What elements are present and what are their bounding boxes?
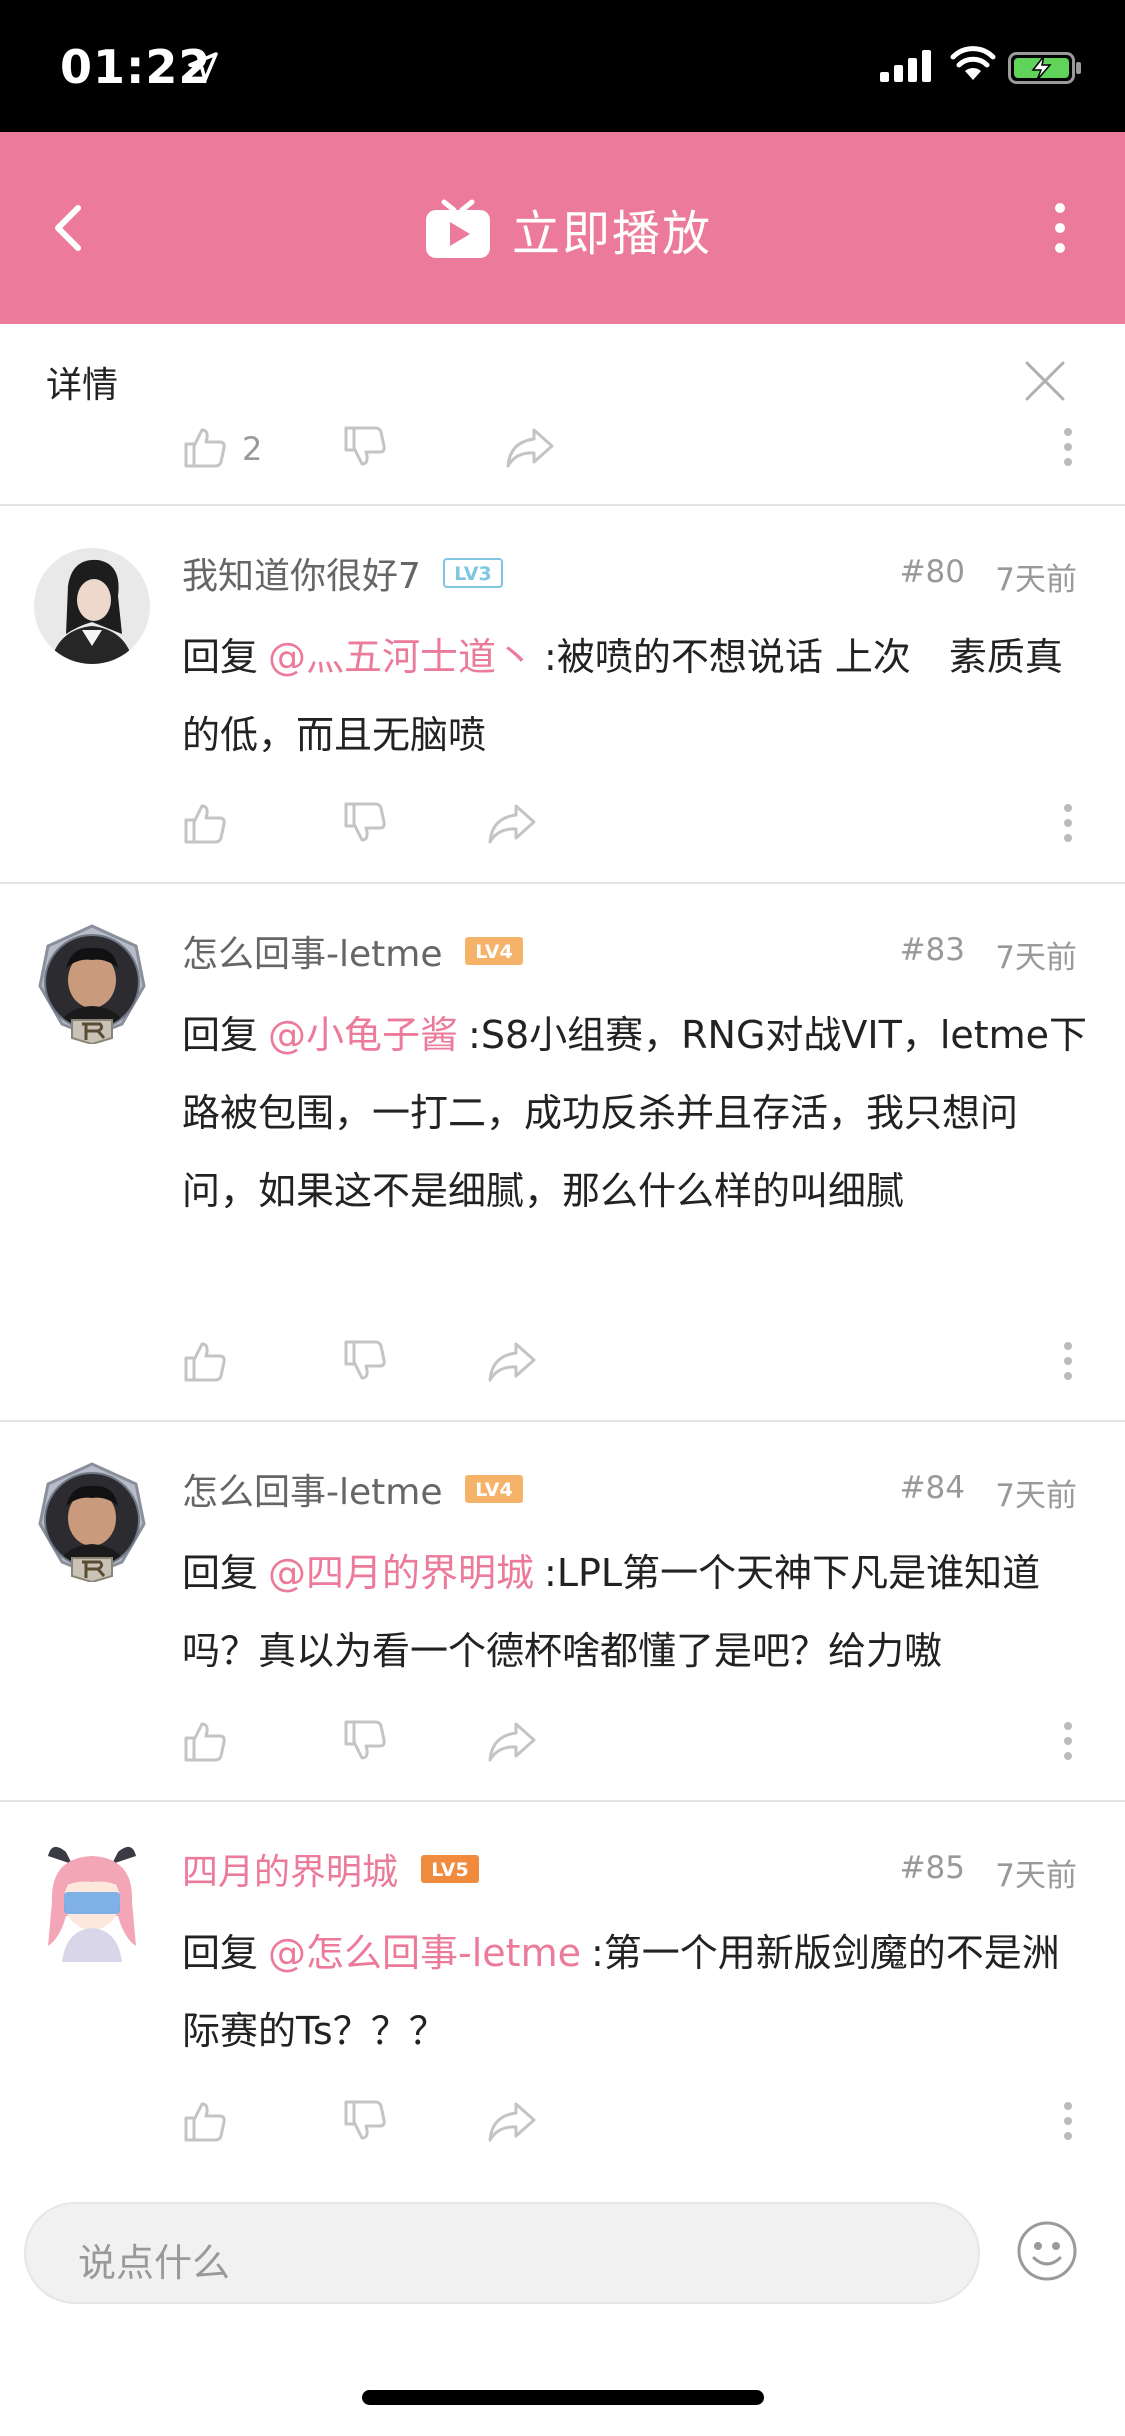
- level-badge: LV5: [421, 1855, 480, 1883]
- svg-text:LV3: LV3: [454, 563, 491, 585]
- username[interactable]: 我知道你很好7: [182, 547, 421, 599]
- emoji-icon[interactable]: [1016, 2220, 1078, 2282]
- dislike-icon[interactable]: [342, 1338, 388, 1384]
- input-placeholder: 说点什么: [78, 2241, 231, 2285]
- like-icon[interactable]: [182, 2098, 228, 2144]
- comment-item: 四月的界明城 LV5 #85 7天前 回复 @怎么回事-letme:第一个用新版剑…: [0, 1802, 1125, 2170]
- more-vertical-icon[interactable]: [1062, 1338, 1074, 1384]
- nav-title-text: 立即播放: [512, 206, 713, 262]
- username[interactable]: 怎么回事-letme: [182, 1463, 442, 1515]
- floor-number: #84: [899, 1470, 965, 1506]
- more-vertical-icon[interactable]: [1062, 2098, 1074, 2144]
- nav-title[interactable]: 立即播放: [424, 194, 712, 264]
- svg-text:LV4: LV4: [476, 1479, 513, 1501]
- avatar[interactable]: [32, 1842, 152, 1962]
- like-icon[interactable]: [182, 424, 228, 470]
- wifi-icon: [950, 46, 996, 80]
- comment-input[interactable]: 说点什么: [24, 2202, 980, 2304]
- details-header: 详情 2: [0, 324, 1125, 506]
- close-icon[interactable]: [1022, 358, 1068, 404]
- svg-text:LV5: LV5: [431, 1859, 468, 1881]
- comment-time: 7天前: [995, 1478, 1077, 1514]
- floor-number: #83: [899, 932, 965, 968]
- comment-text: 回复 @小龟子酱:S8小组赛，RNG对战VIT，letme下路被包围，一打二，成功…: [182, 996, 1092, 1230]
- comment-actions: [182, 1718, 1082, 1778]
- comment-input-bar: 说点什么: [0, 2168, 1125, 2436]
- share-icon[interactable]: [504, 424, 556, 470]
- more-vertical-icon[interactable]: [1040, 188, 1080, 268]
- like-icon[interactable]: [182, 800, 228, 846]
- mention-link[interactable]: @小龟子酱: [268, 1013, 458, 1057]
- home-indicator[interactable]: [362, 2390, 764, 2405]
- dislike-icon[interactable]: [342, 1718, 388, 1764]
- comment-text: 回复 @怎么回事-letme:第一个用新版剑魔的不是洲际赛的Ts？？？: [182, 1914, 1092, 2070]
- level-badge: LV4: [465, 937, 524, 965]
- more-vertical-icon[interactable]: [1062, 424, 1074, 470]
- more-vertical-icon[interactable]: [1062, 800, 1074, 846]
- share-icon[interactable]: [486, 1338, 538, 1384]
- like-icon[interactable]: [182, 1718, 228, 1764]
- avatar[interactable]: [32, 1462, 152, 1582]
- nav-bar: 立即播放: [0, 132, 1125, 324]
- location-arrow-icon: [188, 52, 218, 82]
- username[interactable]: 怎么回事-letme: [182, 925, 442, 977]
- comment-time: 7天前: [995, 1858, 1077, 1894]
- more-vertical-icon[interactable]: [1062, 1718, 1074, 1764]
- floor-number: #80: [899, 554, 965, 590]
- avatar[interactable]: [32, 924, 152, 1044]
- comment-time: 7天前: [995, 940, 1077, 976]
- dislike-icon[interactable]: [342, 424, 388, 470]
- username[interactable]: 四月的界明城: [182, 1843, 398, 1895]
- comment-actions: [182, 800, 1082, 860]
- tv-play-icon: [426, 199, 490, 258]
- level-badge: LV3: [442, 558, 503, 588]
- mention-link[interactable]: @灬五河士道丶: [268, 635, 534, 679]
- comment-item: 怎么回事-letme LV4 #84 7天前 回复 @四月的界明城:LPL第一个天…: [0, 1422, 1125, 1802]
- dislike-icon[interactable]: [342, 800, 388, 846]
- comment-item: 我知道你很好7 LV3 #80 7天前 回复 @灬五河士道丶:被喷的不想说话 上次…: [0, 506, 1125, 884]
- comment-item: 怎么回事-letme LV4 #83 7天前 回复 @小龟子酱:S8小组赛，RNG…: [0, 884, 1125, 1422]
- reply-prefix: 回复: [182, 635, 259, 679]
- comment-actions: [182, 2098, 1082, 2158]
- mention-link[interactable]: @怎么回事-letme: [268, 1931, 581, 1975]
- previous-comment-actions: 2: [182, 424, 1082, 484]
- comment-header: 怎么回事-letme LV4: [182, 926, 524, 976]
- cellular-signal-icon: [880, 50, 931, 82]
- comment-text: 回复 @四月的界明城:LPL第一个天神下凡是谁知道吗？真以为看一个德杯啥都懂了是吧…: [182, 1534, 1092, 1690]
- comment-header: 我知道你很好7 LV3: [182, 548, 503, 598]
- comment-header: 四月的界明城 LV5: [182, 1844, 480, 1894]
- like-icon[interactable]: [182, 1338, 228, 1384]
- status-bar: 01:22: [0, 0, 1125, 132]
- battery-charging-icon: [1008, 52, 1081, 84]
- reply-prefix: 回复: [182, 1931, 259, 1975]
- avatar[interactable]: [32, 546, 152, 666]
- level-badge: LV4: [465, 1475, 524, 1503]
- dislike-icon[interactable]: [342, 2098, 388, 2144]
- share-icon[interactable]: [486, 1718, 538, 1764]
- comment-header: 怎么回事-letme LV4: [182, 1464, 524, 1514]
- comment-actions: [182, 1338, 1082, 1398]
- svg-text:LV4: LV4: [476, 941, 513, 963]
- reply-prefix: 回复: [182, 1013, 259, 1057]
- details-label: 详情: [46, 365, 119, 406]
- share-icon[interactable]: [486, 2098, 538, 2144]
- comment-time: 7天前: [995, 562, 1077, 598]
- mention-link[interactable]: @四月的界明城: [268, 1551, 534, 1595]
- floor-number: #85: [899, 1850, 965, 1886]
- comment-text: 回复 @灬五河士道丶:被喷的不想说话 上次 素质真的低，而且无脑喷: [182, 618, 1092, 774]
- reply-prefix: 回复: [182, 1551, 259, 1595]
- share-icon[interactable]: [486, 800, 538, 846]
- like-count: 2: [242, 430, 263, 468]
- back-chevron-icon[interactable]: [40, 188, 110, 268]
